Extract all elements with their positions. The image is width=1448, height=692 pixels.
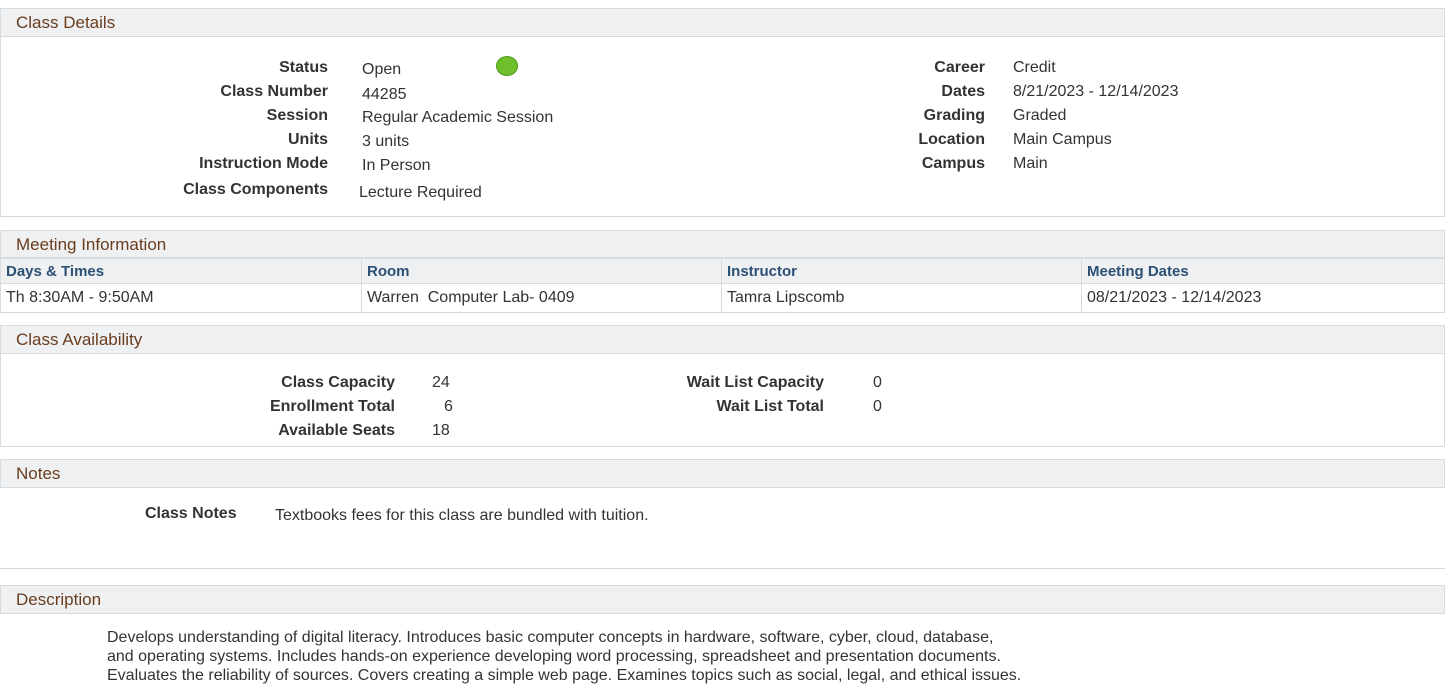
description-header: Description [0, 585, 1445, 614]
instruction-mode-value: In Person [362, 157, 431, 174]
career-label: Career [934, 59, 985, 76]
class-number-value: 44285 [362, 86, 407, 103]
description-line: Develops understanding of digital litera… [107, 629, 994, 646]
instructor-cell: Tamra Lipscomb [721, 283, 1082, 313]
open-status-icon [496, 56, 518, 76]
column-instructor: Instructor [721, 258, 1082, 284]
session-value: Regular Academic Session [362, 109, 554, 126]
career-value: Credit [1013, 59, 1056, 76]
meeting-information-header: Meeting Information [0, 230, 1445, 258]
location-label: Location [918, 131, 985, 148]
grading-label: Grading [923, 107, 985, 124]
description-line: and operating systems. Includes hands-on… [107, 648, 1001, 665]
class-components-value: Lecture Required [359, 184, 482, 201]
wait-list-total-value: 0 [873, 398, 882, 415]
table-row: Th 8:30AM - 9:50AM Warren Computer Lab- … [0, 283, 1445, 313]
instruction-mode-label: Instruction Mode [199, 155, 328, 172]
class-capacity-label: Class Capacity [281, 374, 395, 391]
class-notes-value: Textbooks fees for this class are bundle… [275, 507, 649, 524]
meeting-table-header-row: Days & Times Room Instructor Meeting Dat… [0, 258, 1445, 284]
description-text: Develops understanding of digital litera… [107, 628, 1397, 685]
notes-header: Notes [0, 459, 1445, 488]
column-meeting-dates: Meeting Dates [1081, 258, 1445, 284]
campus-value: Main [1013, 155, 1048, 172]
enrollment-total-label: Enrollment Total [269, 398, 395, 415]
column-room: Room [361, 258, 722, 284]
units-value: 3 units [362, 133, 410, 150]
grading-value: Graded [1013, 107, 1067, 124]
description-line: Evaluates the reliability of sources. Co… [107, 667, 1022, 684]
location-value: Main Campus [1013, 131, 1112, 148]
class-capacity-value: 24 [432, 374, 450, 391]
class-notes-label: Class Notes [145, 505, 237, 522]
days-times-cell: Th 8:30AM - 9:50AM [0, 283, 362, 313]
session-label: Session [266, 107, 328, 124]
enrollment-total-value: 6 [444, 398, 453, 415]
dates-value: 8/21/2023 - 12/14/2023 [1013, 83, 1179, 100]
class-details-header: Class Details [0, 8, 1445, 37]
class-components-label: Class Components [183, 181, 328, 198]
wait-list-total-label: Wait List Total [716, 398, 824, 415]
status-value: Open [362, 61, 402, 78]
available-seats-label: Available Seats [278, 422, 395, 439]
available-seats-value: 18 [432, 422, 450, 439]
dates-label: Dates [941, 83, 985, 100]
room-cell: Warren Computer Lab- 0409 [361, 283, 722, 313]
notes-divider [0, 568, 1445, 569]
class-availability-header: Class Availability [0, 325, 1445, 354]
meeting-dates-cell: 08/21/2023 - 12/14/2023 [1081, 283, 1445, 313]
wait-list-capacity-value: 0 [873, 374, 882, 391]
wait-list-capacity-label: Wait List Capacity [686, 374, 824, 391]
class-number-label: Class Number [220, 83, 328, 100]
units-label: Units [288, 131, 328, 148]
meeting-table: Days & Times Room Instructor Meeting Dat… [0, 258, 1445, 313]
column-days-times: Days & Times [0, 258, 362, 284]
campus-label: Campus [921, 155, 985, 172]
status-label: Status [279, 59, 328, 76]
